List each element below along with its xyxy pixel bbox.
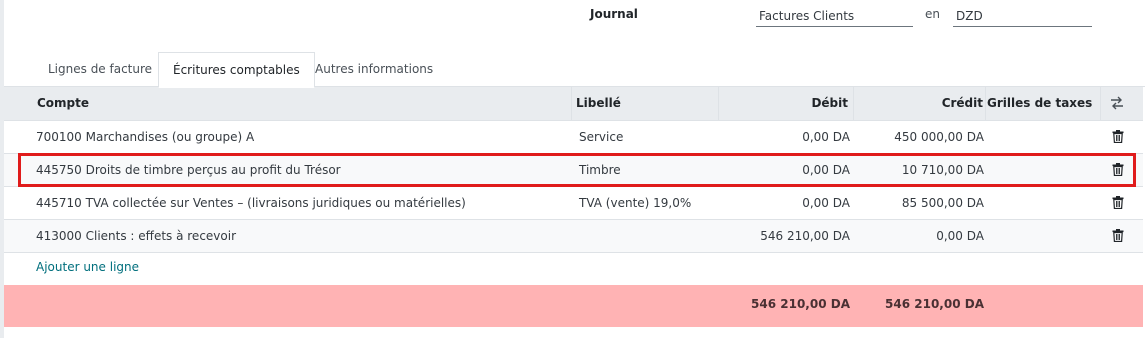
column-header-compte[interactable]: Compte — [37, 96, 89, 110]
tab-ecritures-comptables[interactable]: Écritures comptables — [158, 52, 315, 88]
row-compte[interactable]: 445710 TVA collectée sur Ventes – (livra… — [36, 196, 466, 210]
row-libelle[interactable]: Service — [579, 130, 623, 144]
column-settings-icon[interactable] — [1110, 96, 1124, 113]
highlight-box — [18, 153, 1136, 187]
trash-icon[interactable] — [1112, 196, 1124, 212]
row-credit[interactable]: 85 500,00 DA — [860, 196, 984, 210]
journal-label: Journal — [590, 7, 638, 21]
total-credit: 546 210,00 DA — [885, 297, 984, 311]
row-debit[interactable]: 0,00 DA — [740, 130, 850, 144]
journal-field[interactable]: Factures Clients — [756, 6, 913, 27]
column-divider — [571, 87, 572, 120]
currency-field[interactable]: DZD — [953, 6, 1092, 27]
tab-autres-informations[interactable]: Autres informations — [301, 52, 447, 86]
column-divider — [853, 87, 854, 120]
column-divider — [718, 87, 719, 120]
row-credit[interactable]: 0,00 DA — [860, 229, 984, 243]
tab-lignes-de-facture[interactable]: Lignes de facture — [34, 52, 166, 86]
column-divider — [1100, 87, 1101, 120]
row-libelle[interactable]: TVA (vente) 19,0% — [579, 196, 691, 210]
trash-icon[interactable] — [1112, 229, 1124, 245]
row-debit[interactable]: 546 210,00 DA — [740, 229, 850, 243]
row-debit[interactable]: 0,00 DA — [740, 196, 850, 210]
column-header-libelle[interactable]: Libellé — [576, 96, 621, 110]
trash-icon[interactable] — [1112, 130, 1124, 146]
row-compte[interactable]: 700100 Marchandises (ou groupe) A — [36, 130, 254, 144]
column-divider — [985, 87, 986, 120]
column-header-grilles-de-taxes[interactable]: Grilles de taxes — [987, 96, 1092, 110]
column-header-credit[interactable]: Crédit — [895, 96, 983, 110]
currency-prefix-label: en — [925, 7, 940, 21]
total-debit: 546 210,00 DA — [751, 297, 850, 311]
row-compte[interactable]: 413000 Clients : effets à recevoir — [36, 229, 236, 243]
column-header-debit[interactable]: Débit — [760, 96, 848, 110]
add-line-link[interactable]: Ajouter une ligne — [36, 260, 139, 274]
row-credit[interactable]: 450 000,00 DA — [860, 130, 984, 144]
